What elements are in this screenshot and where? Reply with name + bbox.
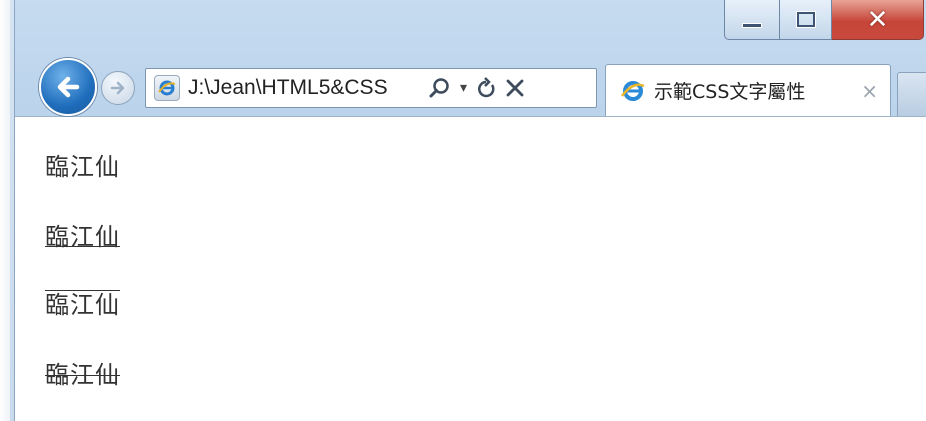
text-overline: 臨江仙 bbox=[45, 291, 120, 319]
minimize-icon bbox=[742, 23, 762, 28]
forward-arrow-icon bbox=[110, 81, 125, 95]
close-button[interactable]: ✕ bbox=[832, 0, 924, 40]
new-tab-button[interactable] bbox=[897, 72, 926, 116]
back-arrow-icon bbox=[57, 76, 80, 98]
browser-window: ✕ J:\Jean\HTML5&CSS ▾ 示範CSS文字屬性 × 臨江仙 臨江… bbox=[14, 0, 926, 421]
minimize-button[interactable] bbox=[724, 0, 780, 40]
stop-icon[interactable] bbox=[505, 78, 525, 98]
refresh-icon[interactable] bbox=[475, 76, 497, 100]
desktop-background bbox=[0, 0, 14, 421]
address-bar[interactable]: J:\Jean\HTML5&CSS ▾ bbox=[145, 68, 597, 108]
maximize-icon bbox=[796, 12, 815, 27]
text-plain: 臨江仙 bbox=[45, 153, 120, 181]
text-underline: 臨江仙 bbox=[45, 223, 120, 251]
address-input[interactable]: J:\Jean\HTML5&CSS bbox=[188, 76, 424, 100]
tab-close-button[interactable]: × bbox=[861, 79, 878, 103]
text-line-through: 臨江仙 bbox=[45, 361, 120, 389]
address-tools: ▾ bbox=[428, 76, 525, 100]
close-icon: ✕ bbox=[866, 4, 889, 35]
page-favicon-icon bbox=[154, 75, 180, 101]
page-content: 臨江仙 臨江仙 臨江仙 臨江仙 bbox=[15, 116, 926, 421]
tab-active[interactable]: 示範CSS文字屬性 × bbox=[605, 64, 891, 116]
ie-page-icon bbox=[620, 78, 646, 104]
caption-buttons: ✕ bbox=[724, 0, 924, 42]
forward-button[interactable] bbox=[101, 71, 135, 105]
back-button[interactable] bbox=[39, 58, 97, 116]
maximize-button[interactable] bbox=[780, 0, 832, 40]
tab-title: 示範CSS文字屬性 bbox=[654, 81, 806, 103]
search-icon[interactable] bbox=[428, 76, 452, 100]
dropdown-icon[interactable]: ▾ bbox=[460, 80, 467, 96]
